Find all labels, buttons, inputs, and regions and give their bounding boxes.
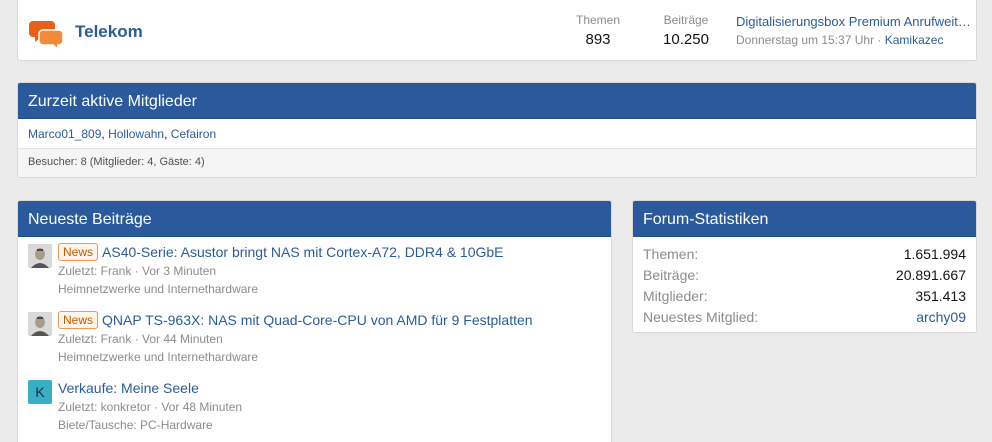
stat-row-members: Mitglieder: 351.413	[643, 286, 966, 307]
latest-thread-user[interactable]: Kamikazec	[885, 33, 944, 47]
news-label: News	[58, 243, 99, 261]
posts-label: Beiträge	[663, 13, 709, 27]
meta-separator: ·	[874, 33, 885, 47]
member-link[interactable]: Cefairon	[171, 127, 216, 141]
stat-label: Neuestes Mitglied:	[643, 309, 759, 325]
latest-thread-date[interactable]: Donnerstag um 15:37 Uhr	[736, 33, 874, 47]
forum-statistics-block: Forum-Statistiken Themen: 1.651.994 Beit…	[632, 200, 977, 333]
latest-thread-meta: Donnerstag um 15:37 Uhr · Kamikazec	[736, 33, 976, 47]
member-link[interactable]: Marco01_809	[28, 127, 101, 141]
online-members-header[interactable]: Zurzeit aktive Mitglieder	[18, 83, 976, 119]
chat-bubbles-icon	[29, 18, 65, 51]
list-item: K Verkaufe: Meine Seele Zuletzt: konkret…	[18, 373, 611, 441]
themes-stat: Themen 893	[568, 13, 628, 48]
post-forum-link[interactable]: Biete/Tausche: PC-Hardware	[58, 416, 611, 434]
themes-value: 893	[585, 31, 611, 48]
forum-node-telekom: Telekom Themen 893 Beiträge 10.250 Digit…	[17, 0, 977, 61]
online-members-block: Zurzeit aktive Mitglieder Marco01_809, H…	[17, 82, 977, 178]
post-meta[interactable]: Zuletzt: konkretor · Vor 48 Minuten	[58, 398, 611, 416]
stat-row-newest-member: Neuestes Mitglied: archy09	[643, 307, 966, 328]
stat-value: 1.651.994	[903, 246, 966, 262]
stat-value: 351.413	[915, 288, 966, 304]
thread-title-link[interactable]: QNAP TS-963X: NAS mit Quad-Core-CPU von …	[102, 312, 533, 328]
posts-stat: Beiträge 10.250	[656, 13, 716, 48]
stat-row-threads: Themen: 1.651.994	[643, 244, 966, 265]
post-forum-link[interactable]: Heimnetzwerke und Internethardware	[58, 280, 611, 298]
visitors-summary: Besucher: 8 (Mitglieder: 4, Gäste: 4)	[18, 149, 976, 177]
post-forum-link[interactable]: Heimnetzwerke und Internethardware	[58, 348, 611, 366]
latest-thread-link[interactable]: Digitalisierungsbox Premium Anrufweiterl…	[736, 14, 976, 29]
user-photo-icon[interactable]	[28, 244, 52, 268]
list-item: News QNAP TS-963X: NAS mit Quad-Core-CPU …	[18, 305, 611, 373]
post-meta[interactable]: Zuletzt: Frank · Vor 44 Minuten	[58, 330, 611, 348]
posts-value: 10.250	[663, 31, 709, 48]
statistics-list: Themen: 1.651.994 Beiträge: 20.891.667 M…	[633, 237, 976, 332]
stat-row-posts: Beiträge: 20.891.667	[643, 265, 966, 286]
user-photo-icon[interactable]	[28, 312, 52, 336]
member-separator: ,	[164, 127, 171, 141]
thread-title-link[interactable]: AS40-Serie: Asustor bringt NAS mit Corte…	[102, 244, 504, 260]
forum-node-title[interactable]: Telekom	[75, 22, 143, 42]
stat-label: Themen:	[643, 246, 699, 262]
member-link[interactable]: Hollowahn	[108, 127, 164, 141]
user-avatar[interactable]: K	[28, 380, 52, 404]
node-latest-post: Digitalisierungsbox Premium Anrufweiterl…	[736, 14, 976, 47]
stat-label: Beiträge:	[643, 267, 700, 283]
list-item: News AS40-Serie: Asustor bringt NAS mit C…	[18, 237, 611, 305]
thread-title-link[interactable]: Verkaufe: Meine Seele	[58, 380, 199, 396]
latest-posts-block: Neueste Beiträge News AS40-Serie: Asustor…	[17, 200, 612, 442]
news-label: News	[58, 311, 99, 329]
newest-member-link[interactable]: archy09	[916, 309, 966, 325]
stat-label: Mitglieder:	[643, 288, 708, 304]
latest-posts-header[interactable]: Neueste Beiträge	[18, 201, 611, 237]
stat-value: 20.891.667	[895, 267, 966, 283]
themes-label: Themen	[575, 13, 621, 27]
forum-statistics-header[interactable]: Forum-Statistiken	[633, 201, 976, 237]
post-meta[interactable]: Zuletzt: Frank · Vor 3 Minuten	[58, 262, 611, 280]
online-members-list: Marco01_809, Hollowahn, Cefairon	[18, 119, 976, 149]
